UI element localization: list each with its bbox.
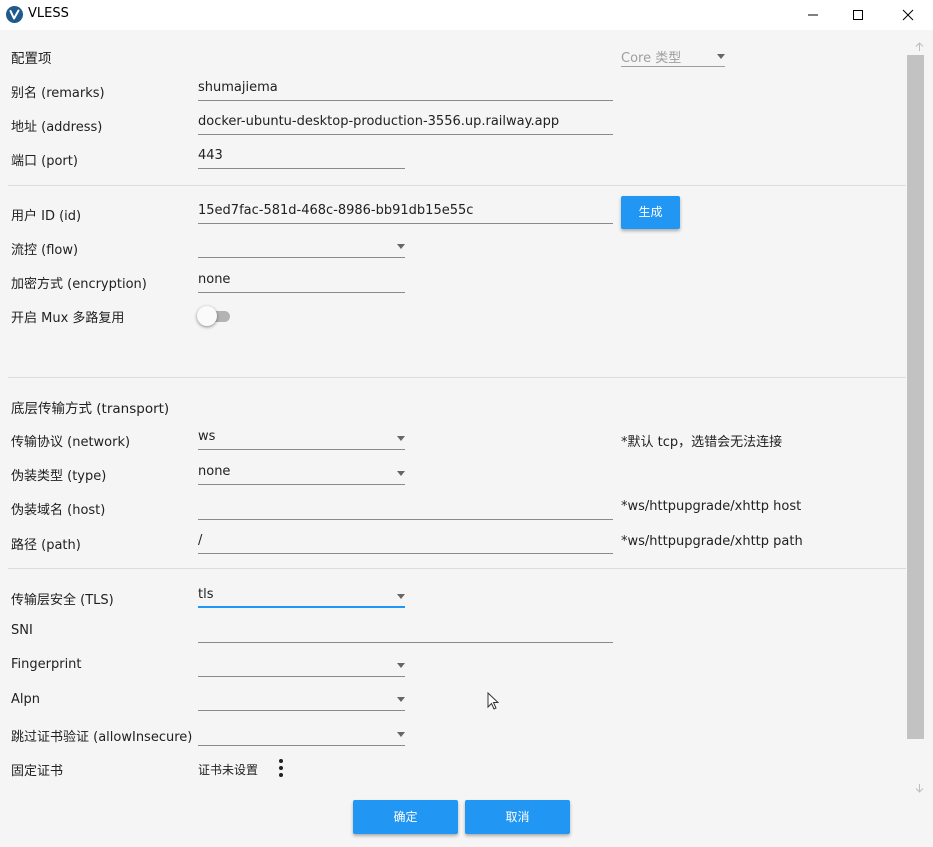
transport-section-title: 底层传输方式 (transport) bbox=[11, 401, 170, 417]
remarks-input[interactable]: shumajiema bbox=[198, 79, 613, 101]
flow-label: 流控 (flow) bbox=[11, 243, 79, 258]
path-label: 路径 (path) bbox=[11, 538, 81, 553]
cancel-button[interactable]: 取消 bbox=[465, 800, 570, 834]
more-options-icon[interactable] bbox=[277, 759, 285, 777]
encryption-input[interactable]: none bbox=[198, 271, 405, 293]
host-hint: *ws/httpupgrade/xhttp host bbox=[621, 499, 802, 514]
chevron-down-icon bbox=[397, 732, 405, 737]
port-label: 端口 (port) bbox=[11, 154, 78, 169]
flow-select[interactable] bbox=[198, 236, 405, 258]
path-hint: *ws/httpupgrade/xhttp path bbox=[621, 534, 803, 549]
port-input[interactable]: 443 bbox=[198, 147, 405, 169]
maximize-icon bbox=[853, 10, 863, 20]
id-input[interactable]: 15ed7fac-581d-468c-8986-bb91db15e55c bbox=[198, 202, 613, 224]
toggle-thumb[interactable] bbox=[197, 306, 217, 326]
config-form: 配置项 Core 类型 别名 (remarks) shumajiema 地址 (… bbox=[0, 30, 906, 847]
chevron-down-icon bbox=[397, 244, 405, 249]
scroll-up-button[interactable] bbox=[906, 38, 933, 56]
remarks-label: 别名 (remarks) bbox=[11, 86, 105, 101]
encryption-label: 加密方式 (encryption) bbox=[11, 277, 147, 292]
id-label: 用户 ID (id) bbox=[11, 209, 82, 224]
sni-label: SNI bbox=[11, 623, 33, 638]
mouse-cursor-icon bbox=[487, 692, 500, 710]
chevron-down-icon bbox=[397, 697, 405, 702]
core-type-select[interactable]: Core 类型 bbox=[621, 45, 725, 67]
pinned-cert-label: 固定证书 bbox=[11, 764, 64, 779]
chevron-down-icon bbox=[397, 663, 405, 668]
alpn-select[interactable] bbox=[198, 689, 405, 711]
arrow-down-icon bbox=[915, 784, 924, 793]
close-button[interactable] bbox=[885, 0, 931, 30]
allow-insecure-label: 跳过证书验证 (allowInsecure) bbox=[11, 730, 193, 745]
minimize-icon bbox=[808, 14, 818, 16]
divider bbox=[8, 377, 906, 378]
divider bbox=[8, 185, 906, 186]
chevron-down-icon bbox=[397, 436, 405, 441]
window-title: VLESS bbox=[28, 6, 69, 21]
allow-insecure-select[interactable] bbox=[198, 724, 405, 746]
sni-input[interactable] bbox=[198, 621, 613, 643]
ok-button[interactable]: 确定 bbox=[353, 800, 458, 834]
tls-select[interactable]: tls bbox=[198, 586, 405, 608]
scroll-down-button[interactable] bbox=[906, 779, 933, 797]
title-bar: VLESS bbox=[0, 0, 933, 30]
arrow-up-icon bbox=[915, 42, 924, 51]
tls-value: tls bbox=[198, 587, 214, 602]
pinned-cert-status: 证书未设置 bbox=[198, 763, 259, 777]
generate-id-button[interactable]: 生成 bbox=[621, 196, 680, 229]
alpn-label: Alpn bbox=[11, 692, 40, 707]
address-input[interactable]: docker-ubuntu-desktop-production-3556.up… bbox=[198, 113, 613, 135]
network-value: ws bbox=[198, 429, 216, 444]
divider bbox=[8, 568, 906, 569]
type-select[interactable]: none bbox=[198, 463, 405, 485]
mux-label: 开启 Mux 多路复用 bbox=[11, 311, 125, 326]
chevron-down-icon bbox=[397, 594, 405, 599]
vertical-scrollbar[interactable] bbox=[906, 30, 933, 847]
maximize-button[interactable] bbox=[835, 0, 881, 30]
close-icon bbox=[902, 9, 914, 21]
network-select[interactable]: ws bbox=[198, 428, 405, 450]
host-input[interactable] bbox=[198, 498, 613, 520]
chevron-down-icon bbox=[397, 471, 405, 476]
fingerprint-label: Fingerprint bbox=[11, 657, 82, 672]
type-value: none bbox=[198, 464, 231, 479]
path-input[interactable]: / bbox=[198, 532, 613, 554]
core-type-placeholder: Core 类型 bbox=[621, 51, 682, 66]
config-section-title: 配置项 bbox=[11, 51, 52, 67]
host-label: 伪装域名 (host) bbox=[11, 503, 106, 518]
app-logo-icon bbox=[6, 6, 23, 23]
chevron-down-icon bbox=[717, 54, 725, 59]
network-hint: *默认 tcp，选错会无法连接 bbox=[621, 435, 783, 450]
type-label: 伪装类型 (type) bbox=[11, 469, 107, 484]
minimize-button[interactable] bbox=[790, 0, 836, 30]
scroll-thumb[interactable] bbox=[907, 55, 924, 739]
address-label: 地址 (address) bbox=[11, 120, 103, 135]
fingerprint-select[interactable] bbox=[198, 655, 405, 677]
network-label: 传输协议 (network) bbox=[11, 435, 131, 450]
tls-label: 传输层安全 (TLS) bbox=[11, 593, 114, 608]
